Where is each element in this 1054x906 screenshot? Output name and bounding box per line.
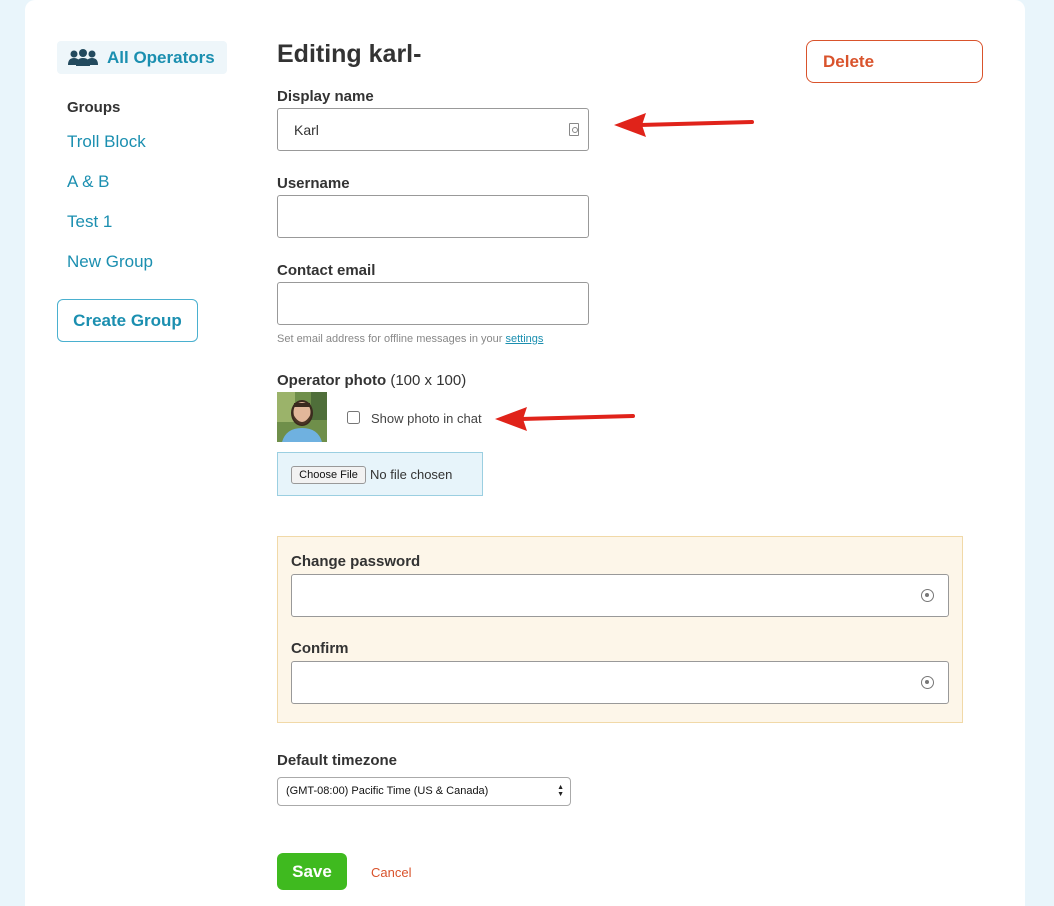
groups-heading: Groups xyxy=(67,99,121,116)
contact-email-field[interactable] xyxy=(277,282,589,325)
group-link-troll-block[interactable]: Troll Block xyxy=(67,132,146,152)
all-operators-label: All Operators xyxy=(107,47,215,67)
file-upload-box: Choose File No file chosen xyxy=(277,452,483,496)
choose-file-button[interactable]: Choose File xyxy=(291,466,366,484)
password-manager-icon[interactable] xyxy=(921,589,934,602)
settings-link[interactable]: settings xyxy=(505,333,543,345)
contact-card-icon xyxy=(569,123,579,136)
no-file-text: No file chosen xyxy=(370,467,453,482)
operator-photo-label-text: Operator photo xyxy=(277,372,387,389)
group-link-test-1[interactable]: Test 1 xyxy=(67,212,112,232)
display-name-label: Display name xyxy=(277,88,374,105)
contact-email-hint: Set email address for offline messages i… xyxy=(277,333,543,345)
create-group-button[interactable]: Create Group xyxy=(57,299,198,342)
change-password-label: Change password xyxy=(291,553,421,570)
all-operators-link[interactable]: All Operators xyxy=(57,41,227,74)
show-photo-checkbox[interactable] xyxy=(347,411,360,424)
page-title: Editing karl- xyxy=(277,40,422,68)
operators-icon xyxy=(67,48,99,68)
annotation-arrow-icon xyxy=(614,113,754,137)
select-arrows-icon: ▲ ▼ xyxy=(557,784,564,798)
username-field[interactable] xyxy=(277,195,589,238)
cancel-link[interactable]: Cancel xyxy=(371,865,411,880)
timezone-select[interactable]: (GMT-08:00) Pacific Time (US & Canada) ▲… xyxy=(277,777,571,806)
contact-email-label: Contact email xyxy=(277,262,376,279)
delete-button[interactable]: Delete xyxy=(806,40,983,83)
group-link-new-group[interactable]: New Group xyxy=(67,252,153,272)
show-photo-label: Show photo in chat xyxy=(371,411,482,426)
change-password-field[interactable] xyxy=(291,574,949,617)
operator-photo-size: (100 x 100) xyxy=(390,372,467,389)
display-name-field[interactable] xyxy=(277,108,589,151)
confirm-password-field[interactable] xyxy=(291,661,949,704)
username-label: Username xyxy=(277,175,350,192)
contact-email-hint-text: Set email address for offline messages i… xyxy=(277,333,503,345)
confirm-password-label: Confirm xyxy=(291,640,349,657)
annotation-arrow-icon xyxy=(495,407,635,431)
operator-photo-label: Operator photo (100 x 100) xyxy=(277,372,466,389)
group-link-a-b[interactable]: A & B xyxy=(67,172,110,192)
timezone-selected-value: (GMT-08:00) Pacific Time (US & Canada) xyxy=(286,785,489,797)
timezone-label: Default timezone xyxy=(277,752,398,769)
password-section: Change password Confirm xyxy=(277,536,963,723)
password-manager-icon[interactable] xyxy=(921,676,934,689)
save-button[interactable]: Save xyxy=(277,853,347,890)
operator-avatar xyxy=(277,392,327,442)
